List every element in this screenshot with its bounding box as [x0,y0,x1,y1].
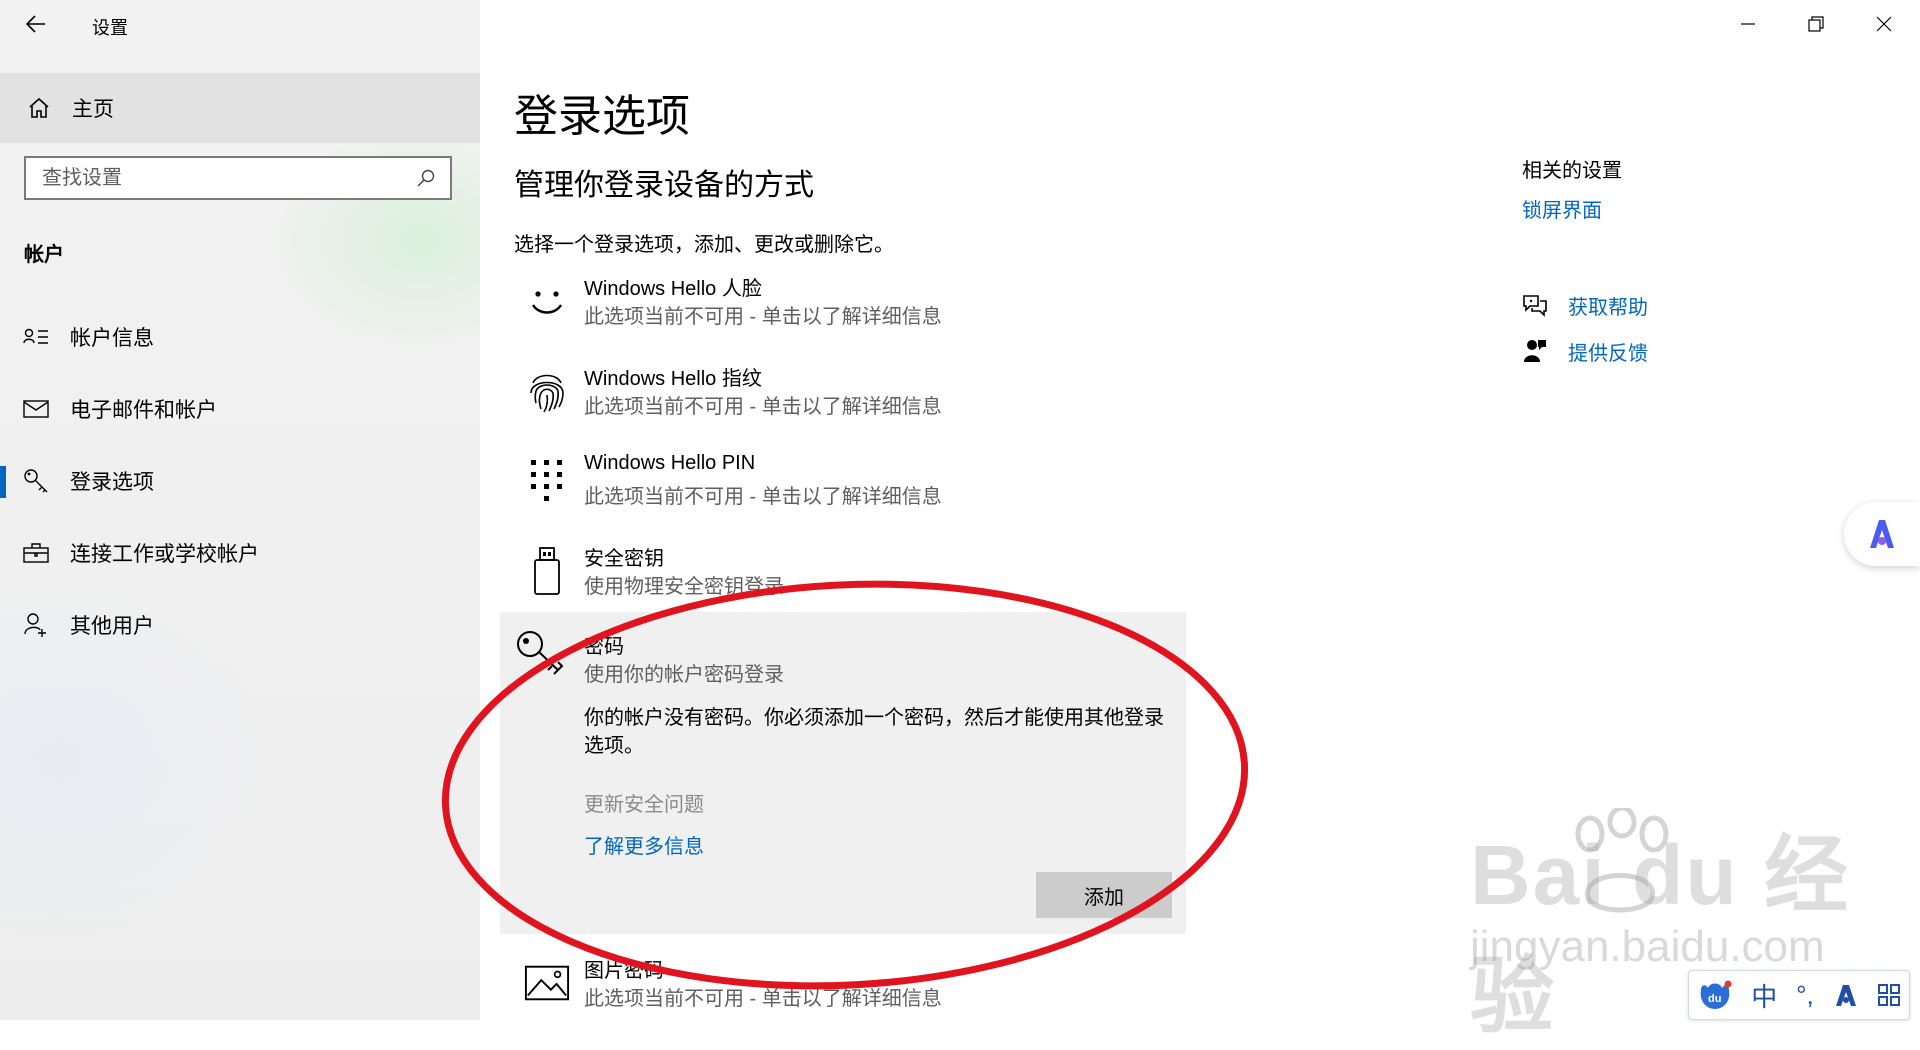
lock-screen-link[interactable]: 锁屏界面 [1522,194,1602,223]
back-arrow-icon [26,15,45,33]
option-title: 安全密钥 [584,548,664,570]
ime-assistant-icon[interactable] [1833,982,1859,1008]
related-settings-title: 相关的设置 [1522,160,1622,182]
ime-punctuation-toggle[interactable]: °, [1796,980,1814,1011]
mail-icon [22,395,50,423]
restore-button[interactable] [1782,0,1850,48]
option-subtitle: 此选项当前不可用 - 单击以了解详细信息 [584,396,942,418]
sidebar-item-label: 帐户信息 [70,327,154,350]
ime-mode-toggle[interactable]: 中 [1751,977,1777,1014]
active-indicator [0,466,6,498]
search-box [24,156,452,200]
close-icon [1876,16,1892,32]
sidebar-item-work-school[interactable]: 连接工作或学校帐户 [0,526,480,580]
option-subtitle: 使用你的帐户密码登录 [584,664,784,686]
sidebar: 设置 主页 帐户 帐户信息 电子邮件和帐户 登录选项 连接工作或学校帐 [0,0,480,1020]
search-icon[interactable] [416,168,436,188]
ime-grid-menu-icon[interactable] [1877,984,1900,1006]
face-icon [524,278,570,324]
option-hello-pin[interactable]: Windows Hello PIN 此选项当前不可用 - 单击以了解详细信息 [514,452,1174,514]
feedback-icon [1522,338,1548,364]
fingerprint-icon [524,368,570,414]
option-title: 密码 [584,636,624,658]
close-button[interactable] [1850,0,1918,48]
give-feedback-link[interactable]: 提供反馈 [1522,334,1648,368]
sidebar-item-other-users[interactable]: 其他用户 [0,598,480,652]
keypad-icon [524,458,570,504]
search-input[interactable] [26,165,404,191]
help-chat-icon [1522,292,1548,318]
get-help-link[interactable]: 获取帮助 [1522,288,1648,322]
sidebar-item-email[interactable]: 电子邮件和帐户 [0,382,480,436]
restore-icon [1808,16,1824,32]
key-icon [22,467,50,495]
sidebar-item-label: 连接工作或学校帐户 [70,543,259,566]
password-key-icon [517,631,564,675]
sidebar-item-sign-in-options[interactable]: 登录选项 [0,454,480,508]
page-description: 选择一个登录选项，添加、更改或删除它。 [514,234,894,256]
sidebar-home[interactable]: 主页 [0,73,480,143]
option-title: Windows Hello PIN [584,452,756,474]
option-subtitle: 此选项当前不可用 - 单击以了解详细信息 [584,486,942,508]
app-title: 设置 [92,18,128,38]
page-title: 登录选项 [514,92,690,141]
give-feedback-label: 提供反馈 [1568,342,1648,365]
option-title: Windows Hello 人脸 [584,278,762,300]
option-subtitle: 此选项当前不可用 - 单击以了解详细信息 [584,988,942,1010]
briefcase-icon [22,539,50,567]
usb-key-icon [524,547,570,595]
assistant-logo-icon [1870,520,1894,548]
add-user-icon [22,611,50,639]
sidebar-item-label: 电子邮件和帐户 [70,399,217,422]
option-hello-fingerprint[interactable]: Windows Hello 指纹 此选项当前不可用 - 单击以了解详细信息 [514,362,1174,424]
sidebar-item-label: 登录选项 [70,471,154,494]
password-message: 你的帐户没有密码。你必须添加一个密码，然后才能使用其他登录选项。 [584,707,1164,757]
svg-text:du: du [1708,993,1721,1005]
update-security-questions-link: 更新安全问题 [584,794,704,816]
option-subtitle: 此选项当前不可用 - 单击以了解详细信息 [584,306,942,328]
back-button[interactable] [20,8,52,40]
sidebar-item-label: 其他用户 [70,615,154,638]
ime-toolbar: du 中 °, [1688,970,1910,1020]
sidebar-home-label: 主页 [72,98,114,121]
option-title: 图片密码 [584,960,664,982]
option-security-key[interactable]: 安全密钥 使用物理安全密钥登录 [514,542,1174,604]
learn-more-link[interactable]: 了解更多信息 [584,830,704,859]
option-password-panel[interactable]: 密码 使用你的帐户密码登录 你的帐户没有密码。你必须添加一个密码，然后才能使用其… [500,612,1186,934]
picture-icon [524,960,570,1006]
option-picture-password[interactable]: 图片密码 此选项当前不可用 - 单击以了解详细信息 [514,954,1174,1016]
minimize-icon [1741,23,1755,25]
ime-logo-icon[interactable]: du [1698,980,1732,1010]
option-subtitle: 使用物理安全密钥登录 [584,576,784,598]
home-icon [26,95,52,121]
option-title: Windows Hello 指纹 [584,368,762,390]
title-bar: 设置 [0,0,480,48]
option-hello-face[interactable]: Windows Hello 人脸 此选项当前不可用 - 单击以了解详细信息 [514,272,1174,334]
minimize-button[interactable] [1714,0,1782,48]
account-info-icon [22,323,50,351]
page-subtitle: 管理你登录设备的方式 [514,169,814,202]
sidebar-item-account-info[interactable]: 帐户信息 [0,310,480,364]
watermark-url: jingyan.baidu.com [1470,922,1825,971]
section-title-accounts: 帐户 [24,244,64,266]
add-password-button[interactable]: 添加 [1036,872,1172,918]
assistant-float-button[interactable] [1844,502,1920,566]
get-help-label: 获取帮助 [1568,296,1648,319]
